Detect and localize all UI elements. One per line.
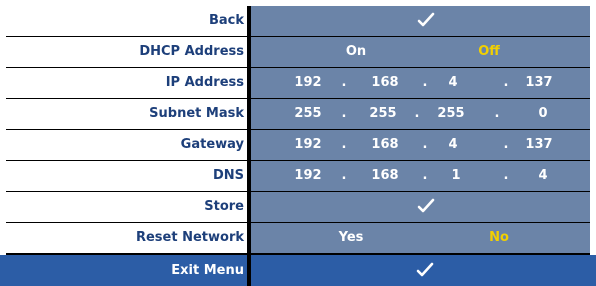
option-off-selected[interactable]: Off xyxy=(469,37,509,67)
dot: . xyxy=(422,168,428,183)
octet-4[interactable]: 4 xyxy=(523,161,563,191)
menu-row-subnet-mask[interactable]: Subnet Mask 255 . 255 . 255 . 0 xyxy=(6,99,590,129)
octet-3[interactable]: 4 xyxy=(433,68,473,98)
gateway-field[interactable]: 192 . 168 . 4 . 137 xyxy=(251,130,590,160)
dot: . xyxy=(341,106,347,121)
row-label: Store xyxy=(6,192,247,222)
octet-1[interactable]: 192 xyxy=(288,68,328,98)
menu-row-ip-address[interactable]: IP Address 192 . 168 . 4 . 137 xyxy=(6,68,590,98)
octet-2[interactable]: 168 xyxy=(365,161,405,191)
row-label: DHCP Address xyxy=(6,37,247,67)
octet-2[interactable]: 255 xyxy=(363,99,403,129)
option-on[interactable]: On xyxy=(336,37,376,67)
dot: . xyxy=(422,75,428,90)
dot: . xyxy=(341,168,347,183)
dot: . xyxy=(503,168,509,183)
octet-2[interactable]: 168 xyxy=(365,68,405,98)
octet-1[interactable]: 192 xyxy=(288,130,328,160)
octet-4[interactable]: 137 xyxy=(519,130,559,160)
octet-3[interactable]: 4 xyxy=(433,130,473,160)
dot: . xyxy=(503,137,509,152)
menu-row-exit-menu[interactable]: Exit Menu xyxy=(0,255,596,286)
octet-1[interactable]: 192 xyxy=(288,161,328,191)
option-yes[interactable]: Yes xyxy=(331,223,371,253)
checkmark-icon xyxy=(417,198,435,213)
octet-3[interactable]: 1 xyxy=(436,161,476,191)
menu-row-back[interactable]: Back xyxy=(6,6,590,36)
menu-row-store[interactable]: Store xyxy=(6,192,590,222)
row-label: Reset Network xyxy=(6,223,247,253)
row-value[interactable] xyxy=(251,6,590,36)
row-value[interactable]: Yes No xyxy=(251,223,590,253)
dot: . xyxy=(503,75,509,90)
dot: . xyxy=(422,137,428,152)
checkmark-icon xyxy=(416,262,434,277)
dot: . xyxy=(414,106,420,121)
menu-row-gateway[interactable]: Gateway 192 . 168 . 4 . 137 xyxy=(6,130,590,160)
row-label: Gateway xyxy=(6,130,247,160)
separator xyxy=(247,255,251,286)
menu-row-reset-network[interactable]: Reset Network Yes No xyxy=(6,223,590,253)
row-value[interactable]: On Off xyxy=(251,37,590,67)
row-label: Subnet Mask xyxy=(6,99,247,129)
checkmark-icon xyxy=(417,12,435,27)
menu-row-dhcp[interactable]: DHCP Address On Off xyxy=(6,37,590,67)
octet-2[interactable]: 168 xyxy=(365,130,405,160)
row-label: Exit Menu xyxy=(171,263,244,278)
network-settings-menu: Back DHCP Address On Off IP Address 192 … xyxy=(0,6,596,286)
octet-4[interactable]: 0 xyxy=(523,99,563,129)
octet-4[interactable]: 137 xyxy=(519,68,559,98)
dot: . xyxy=(494,106,500,121)
dns-field[interactable]: 192 . 168 . 1 . 4 xyxy=(251,161,590,191)
row-label: IP Address xyxy=(6,68,247,98)
option-no-selected[interactable]: No xyxy=(479,223,519,253)
octet-1[interactable]: 255 xyxy=(288,99,328,129)
row-label: Back xyxy=(6,6,247,36)
row-label: DNS xyxy=(6,161,247,191)
subnet-mask-field[interactable]: 255 . 255 . 255 . 0 xyxy=(251,99,590,129)
octet-3[interactable]: 255 xyxy=(431,99,471,129)
ip-address-field[interactable]: 192 . 168 . 4 . 137 xyxy=(251,68,590,98)
row-value[interactable] xyxy=(251,192,590,222)
menu-row-dns[interactable]: DNS 192 . 168 . 1 . 4 xyxy=(6,161,590,191)
dot: . xyxy=(341,75,347,90)
dot: . xyxy=(341,137,347,152)
